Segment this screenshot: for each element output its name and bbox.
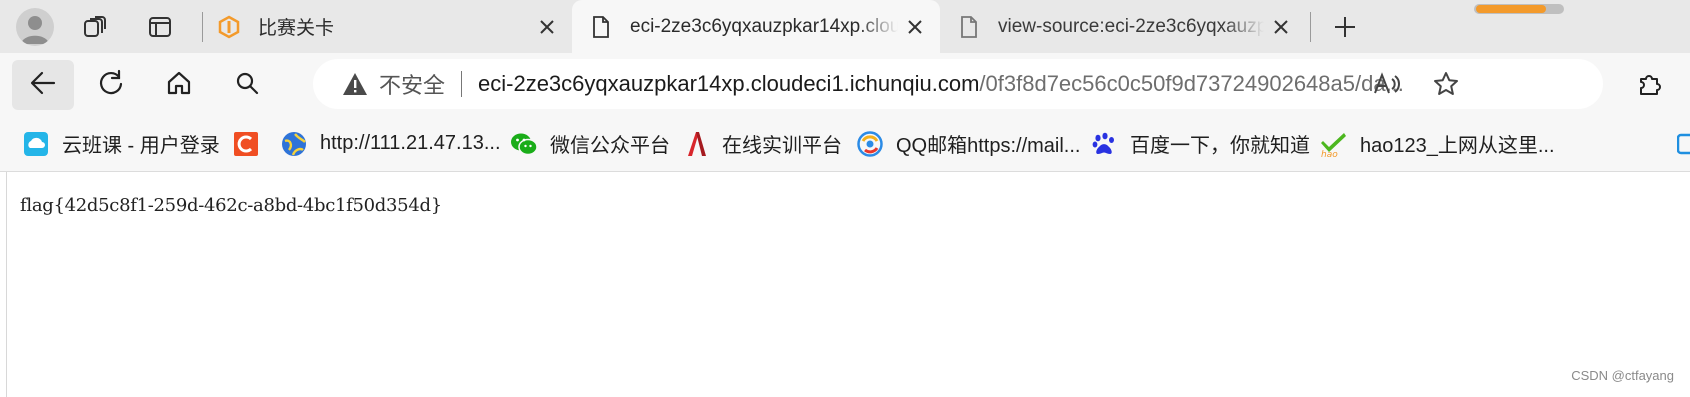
flag-text: flag{42d5c8f1-259d-462c-a8bd-4bc1f50d354… [20,195,442,216]
refresh-icon [97,69,125,102]
wechat-icon [510,130,538,158]
svg-text:hao: hao [1321,150,1338,158]
page-icon [956,14,982,40]
globe-icon [280,130,308,158]
tab-title: view-source:eci-2ze3c6yqxauzpkar14xp.clo… [998,15,1264,37]
tab-view-source[interactable]: view-source:eci-2ze3c6yqxauzpkar14xp.clo… [944,0,1302,53]
bookmark-wechat[interactable]: 微信公众平台 [510,116,670,171]
security-label[interactable]: 不安全 [379,68,445,100]
csdn-watermark: CSDN @ctfayang [1571,368,1674,383]
progress-indicator [1474,3,1564,15]
warning-icon[interactable] [341,70,369,98]
search-icon [234,70,260,101]
read-aloud-icon[interactable] [1371,69,1401,99]
c-logo-icon [232,130,260,158]
bookmark-ip-site[interactable]: http://111.21.47.13... [280,116,501,171]
ichunqiu-logo-icon [216,14,242,40]
bookmark-training[interactable]: 在线实训平台 [682,116,842,171]
new-tab-icon[interactable] [1328,10,1362,44]
bookmark-label: http://111.21.47.13... [320,132,501,154]
bookmark-label: 在线实训平台 [722,135,842,157]
address-separator [461,71,463,97]
tab-divider [202,12,203,42]
extensions-button[interactable] [1620,60,1680,110]
bookmarks-bar: 云班课 - 用户登录 http://111.21.47.13... 微信公众平台… [0,116,1690,172]
home-icon [165,69,193,102]
page-icon [588,14,614,40]
close-icon[interactable] [536,16,558,38]
bookmark-label: 云班课 - 用户登录 [62,135,220,157]
profile-avatar-icon[interactable] [16,8,54,46]
back-button[interactable] [12,60,74,110]
refresh-button[interactable] [80,60,142,110]
baidu-paw-icon [1090,130,1118,158]
qq-mail-icon [856,130,884,158]
toolbar: 不安全 eci-2ze3c6yqxauzpkar14xp.cloudeci1.i… [0,53,1690,116]
bookmark-more[interactable] [1676,116,1690,171]
address-bar[interactable]: 不安全 eci-2ze3c6yqxauzpkar14xp.cloudeci1.i… [313,59,1603,109]
tab-divider [1310,12,1311,42]
tab-title: eci-2ze3c6yqxauzpkar14xp.cloudeci1.ichun… [630,15,898,37]
bookmark-label: QQ邮箱https://mail... [896,135,1081,157]
search-button[interactable] [216,60,278,110]
home-button[interactable] [148,60,210,110]
tab-active-page[interactable]: eci-2ze3c6yqxauzpkar14xp.cloudeci1.ichun… [572,0,940,53]
url-path: /0f3f8d7ec56c0c50f9d73724902648a5/da... [979,71,1404,96]
cloud-class-icon [22,130,50,158]
close-icon[interactable] [904,16,926,38]
tab-title: 比赛关卡 [258,18,335,39]
bookmark-yunbanke[interactable]: 云班课 - 用户登录 [22,116,220,171]
bookmark-c-site[interactable] [232,116,260,171]
tab-bisai[interactable]: 比赛关卡 [216,0,568,53]
favorite-star-icon[interactable] [1431,69,1461,99]
bookmark-folder-icon [1676,130,1690,158]
workspaces-icon[interactable] [80,12,110,42]
content-edge-divider [6,172,7,397]
back-icon [29,70,57,101]
tab-strip: 比赛关卡 eci-2ze3c6yqxauzpkar14xp.cloudeci1.… [0,0,1690,53]
bookmark-label: hao123_上网从这里... [1360,135,1555,157]
tab-actions-icon[interactable] [145,12,175,42]
hao123-icon: hao [1320,130,1348,158]
bookmark-baidu[interactable]: 百度一下，你就知道 [1090,116,1310,171]
url-host: eci-2ze3c6yqxauzpkar14xp.cloudeci1.ichun… [478,71,980,96]
bookmark-hao123[interactable]: hao hao123_上网从这里... [1320,116,1555,171]
browser-window: 比赛关卡 eci-2ze3c6yqxauzpkar14xp.cloudeci1.… [0,0,1690,397]
close-icon[interactable] [1270,16,1292,38]
page-content: flag{42d5c8f1-259d-462c-a8bd-4bc1f50d354… [0,172,1690,397]
training-platform-icon [682,130,710,158]
bookmark-label: 百度一下，你就知道 [1130,135,1310,157]
bookmark-label: 微信公众平台 [550,135,670,157]
url-text[interactable]: eci-2ze3c6yqxauzpkar14xp.cloudeci1.ichun… [478,71,1458,97]
extensions-icon [1636,69,1664,102]
bookmark-qq-mail[interactable]: QQ邮箱https://mail... [856,116,1080,171]
